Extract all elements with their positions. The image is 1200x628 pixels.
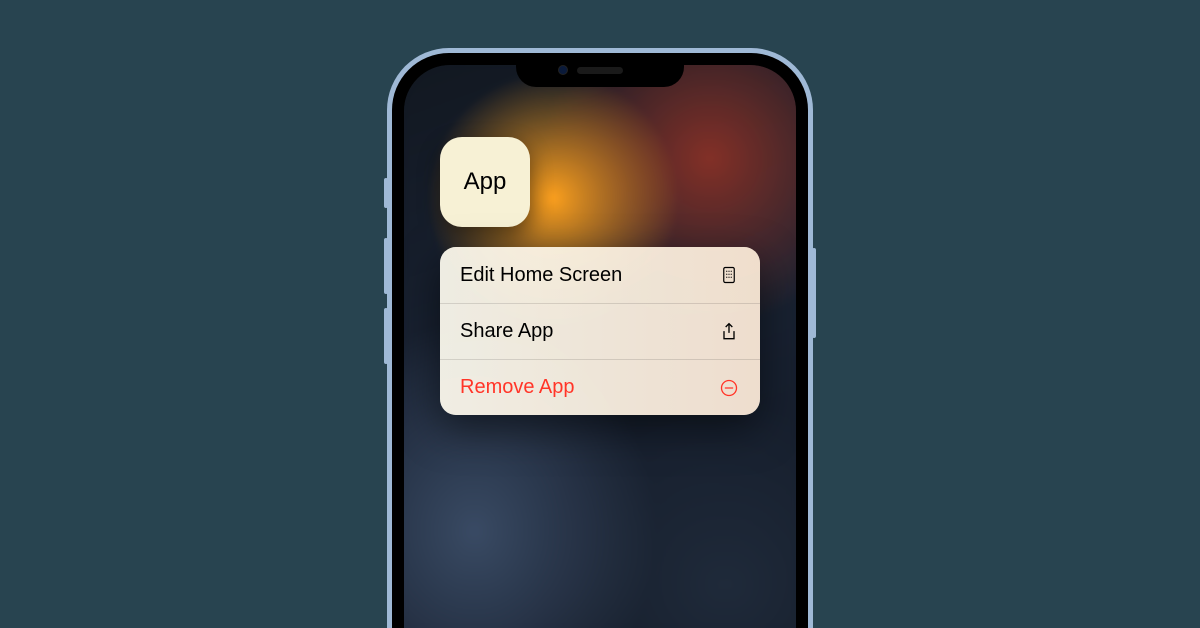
remove-circle-icon xyxy=(718,377,740,399)
power-button xyxy=(812,248,816,338)
menu-item-label: Remove App xyxy=(460,376,575,399)
apps-grid-icon xyxy=(718,264,740,286)
menu-item-edit-home-screen[interactable]: Edit Home Screen xyxy=(440,247,760,303)
home-screen[interactable]: App Edit Home Screen xyxy=(404,65,796,628)
mute-switch xyxy=(384,178,388,208)
front-camera xyxy=(558,65,568,75)
menu-item-label: Share App xyxy=(460,320,553,343)
app-icon[interactable]: App xyxy=(440,137,530,227)
phone-bezel: App Edit Home Screen xyxy=(392,53,808,628)
phone-frame: App Edit Home Screen xyxy=(387,48,813,628)
speaker-grille xyxy=(577,67,623,74)
volume-up-button xyxy=(384,238,388,294)
app-context-menu: Edit Home Screen xyxy=(440,247,760,415)
app-icon-label: App xyxy=(464,168,507,196)
volume-down-button xyxy=(384,308,388,364)
notch xyxy=(516,53,684,87)
menu-item-label: Edit Home Screen xyxy=(460,264,622,287)
menu-item-remove-app[interactable]: Remove App xyxy=(440,359,760,415)
menu-item-share-app[interactable]: Share App xyxy=(440,303,760,359)
share-icon xyxy=(718,321,740,343)
